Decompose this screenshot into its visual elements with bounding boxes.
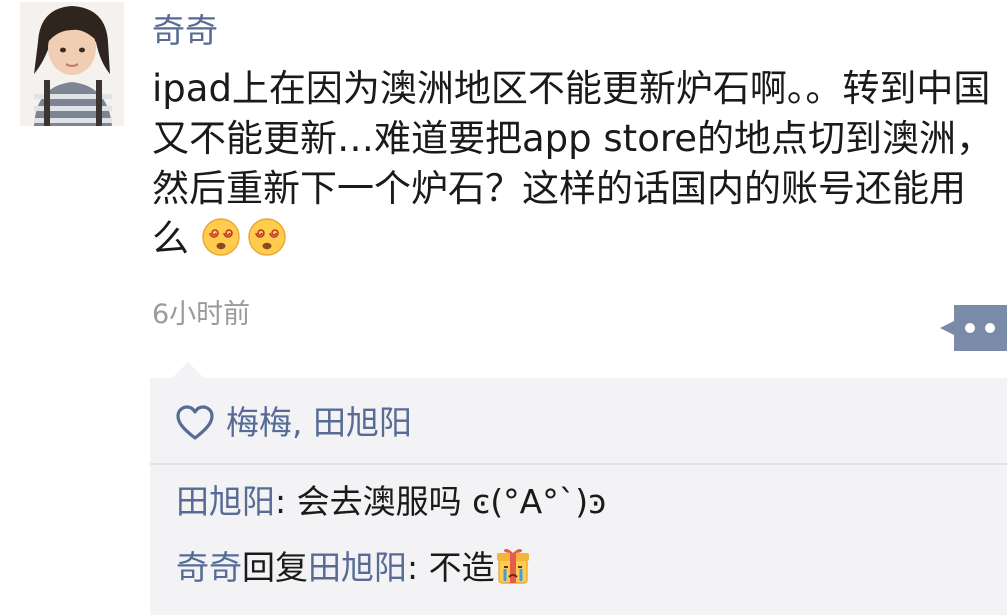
likes-divider (150, 463, 1007, 465)
reply-word: 回复 (242, 548, 308, 587)
reply-to-name[interactable]: 田旭阳 (308, 548, 407, 587)
post-timestamp: 6小时前 (152, 299, 251, 330)
post-author-name[interactable]: 奇奇 (152, 10, 218, 52)
comment-separator: : (407, 548, 429, 587)
comment-separator: : (275, 482, 297, 521)
crying-gift-icon (495, 547, 531, 585)
heart-outline-icon (176, 405, 214, 440)
likes-row: 梅梅, 田旭阳 (176, 400, 412, 446)
dizzy-face-icon (201, 217, 241, 257)
likes-names[interactable]: 梅梅, 田旭阳 (226, 400, 412, 446)
comment-author[interactable]: 田旭阳 (176, 482, 275, 521)
avatar[interactable] (20, 2, 124, 126)
reply-box-arrow (172, 362, 204, 378)
comment-item[interactable]: 田旭阳: 会去澳服吗 ͼ(°A°`)ͽ (176, 480, 606, 524)
comment-item[interactable]: 奇奇回复田旭阳: 不造 (176, 546, 531, 590)
post-content: ipad上在因为澳洲地区不能更新炉石啊。。转到中国又不能更新…难道要把app s… (152, 64, 1002, 264)
comment-text: 不造 (428, 548, 495, 587)
dizzy-face-icon (247, 217, 287, 257)
more-dots-icon (940, 305, 1007, 351)
comment-author[interactable]: 奇奇 (176, 548, 242, 587)
comment-text: 会去澳服吗 ͼ(°A°`)ͽ (296, 482, 607, 521)
comment-menu-button[interactable] (940, 305, 1007, 351)
